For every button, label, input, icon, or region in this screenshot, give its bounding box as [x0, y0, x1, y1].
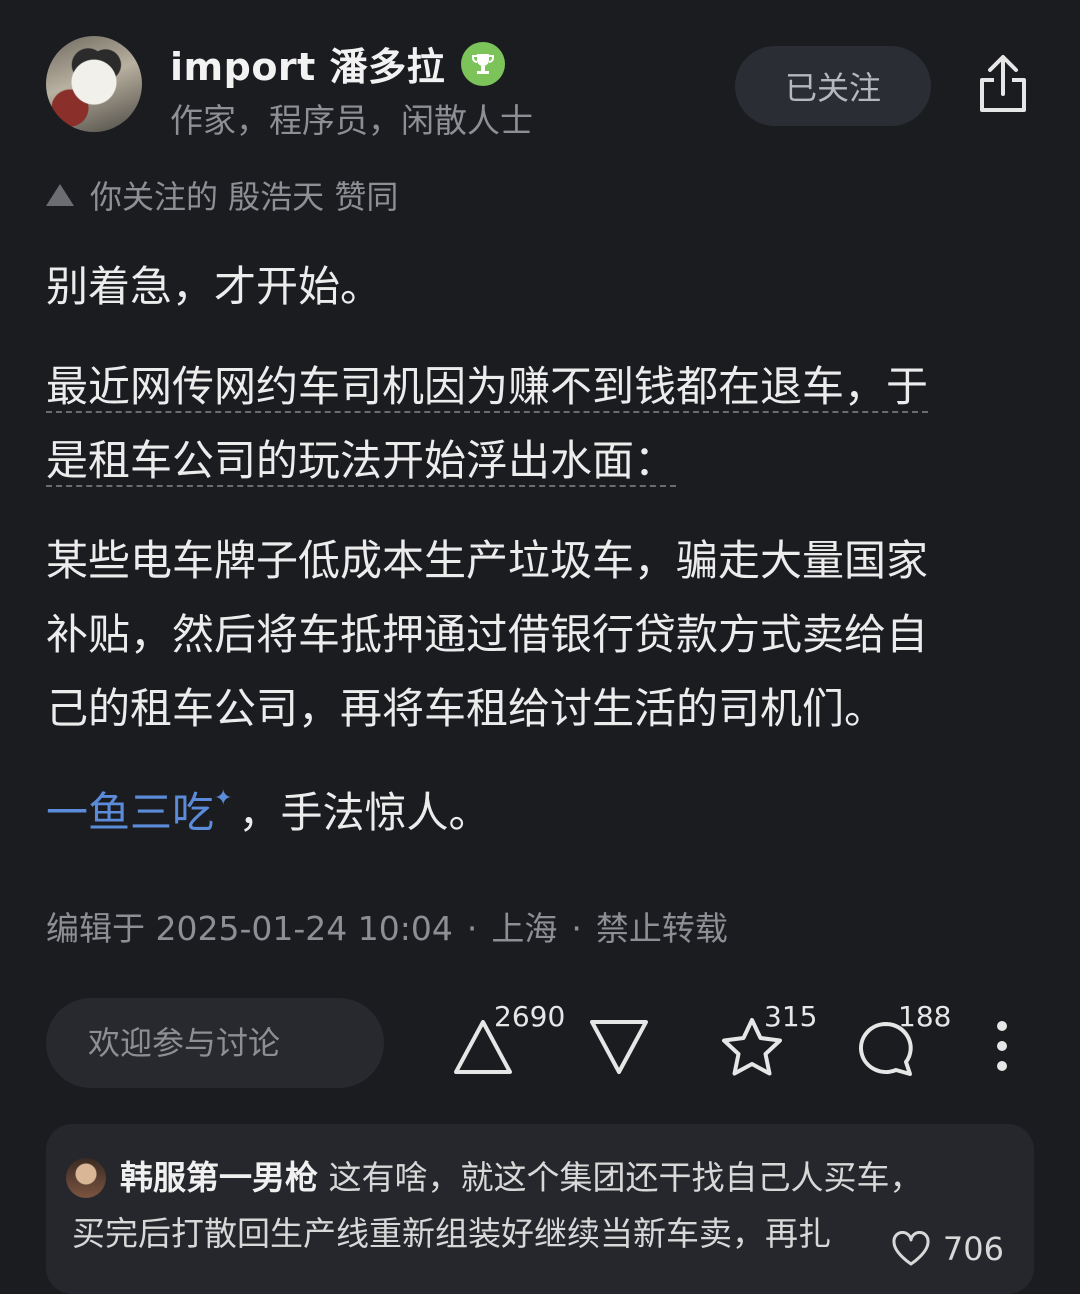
- paragraph-1: 别着急，才开始。: [46, 262, 383, 311]
- downvote-icon[interactable]: [588, 1018, 650, 1076]
- copyright-note: 禁止转载: [595, 909, 728, 948]
- edited-time: 编辑于 2025-01-24 10:04: [46, 909, 453, 948]
- edit-location: 上海: [491, 909, 558, 948]
- top-comment-preview[interactable]: 韩服第一男枪 这有啥，就这个集团还干找自己人买车， 买完后打散回生产线重新组装好…: [46, 1124, 1034, 1294]
- paragraph-2-line-2: 是租车公司的玩法开始浮出水面：: [46, 436, 677, 487]
- paragraph-3-line-2: 补贴，然后将车抵押通过借银行贷款方式卖给自: [46, 610, 929, 659]
- comment-like-button[interactable]: 706: [840, 1230, 1004, 1268]
- comment-input[interactable]: 欢迎参与讨论: [46, 998, 384, 1088]
- keyword-link[interactable]: 一鱼三吃: [46, 788, 214, 837]
- answer-meta: 编辑于 2025-01-24 10:04 · 上海 · 禁止转载: [46, 909, 728, 948]
- comment-line-2: 买完后打散回生产线重新组装好继续当新车卖，再扎: [72, 1214, 831, 1253]
- paragraph-2: 最近网传网约车司机因为赚不到钱都在退车，于 是租车公司的玩法开始浮出水面：: [46, 350, 929, 498]
- favorite-count: 315: [764, 1000, 818, 1033]
- more-icon[interactable]: [988, 1020, 1016, 1072]
- upvoted-note-text[interactable]: 你关注的 殷浩天 赞同: [90, 172, 398, 218]
- share-icon[interactable]: [974, 52, 1032, 116]
- paragraph-3-line-3: 己的租车公司，再将车租给讨生活的司机们。: [46, 684, 887, 733]
- comment-line-1: 这有啥，就这个集团还干找自己人买车，: [328, 1158, 923, 1197]
- upvote-triangle-icon: [46, 184, 74, 206]
- follow-button[interactable]: 已关注: [735, 46, 931, 126]
- followed-upvote-note: 你关注的 殷浩天 赞同: [46, 172, 398, 218]
- comment-like-count: 706: [942, 1230, 1004, 1268]
- author-bio: 作家，程序员，闲散人士: [170, 101, 533, 140]
- author-name[interactable]: import 潘多拉: [170, 36, 445, 91]
- answer-header: import 潘多拉 作家，程序员，闲散人士 已关注: [0, 0, 1080, 160]
- comment-count: 188: [898, 1000, 952, 1033]
- paragraph-3-line-1: 某些电车牌子低成本生产垃圾车，骗走大量国家: [46, 536, 929, 585]
- author-name-row: import 潘多拉: [170, 36, 506, 91]
- paragraph-2-line-1: 最近网传网约车司机因为赚不到钱都在退车，于: [46, 362, 929, 413]
- author-avatar[interactable]: [46, 36, 142, 132]
- paragraph-4: 一鱼三吃✦ ，手法惊人。: [46, 776, 490, 850]
- paragraph-4-rest: ，手法惊人。: [238, 788, 491, 837]
- heart-icon: [892, 1231, 930, 1266]
- trophy-badge-icon: [461, 41, 506, 86]
- paragraph-3: 某些电车牌子低成本生产垃圾车，骗走大量国家 补贴，然后将车抵押通过借银行贷款方式…: [46, 524, 928, 746]
- commenter-name[interactable]: 韩服第一男枪: [120, 1158, 318, 1197]
- upvote-count: 2690: [494, 1000, 566, 1033]
- sparkle-icon: ✦: [214, 786, 233, 811]
